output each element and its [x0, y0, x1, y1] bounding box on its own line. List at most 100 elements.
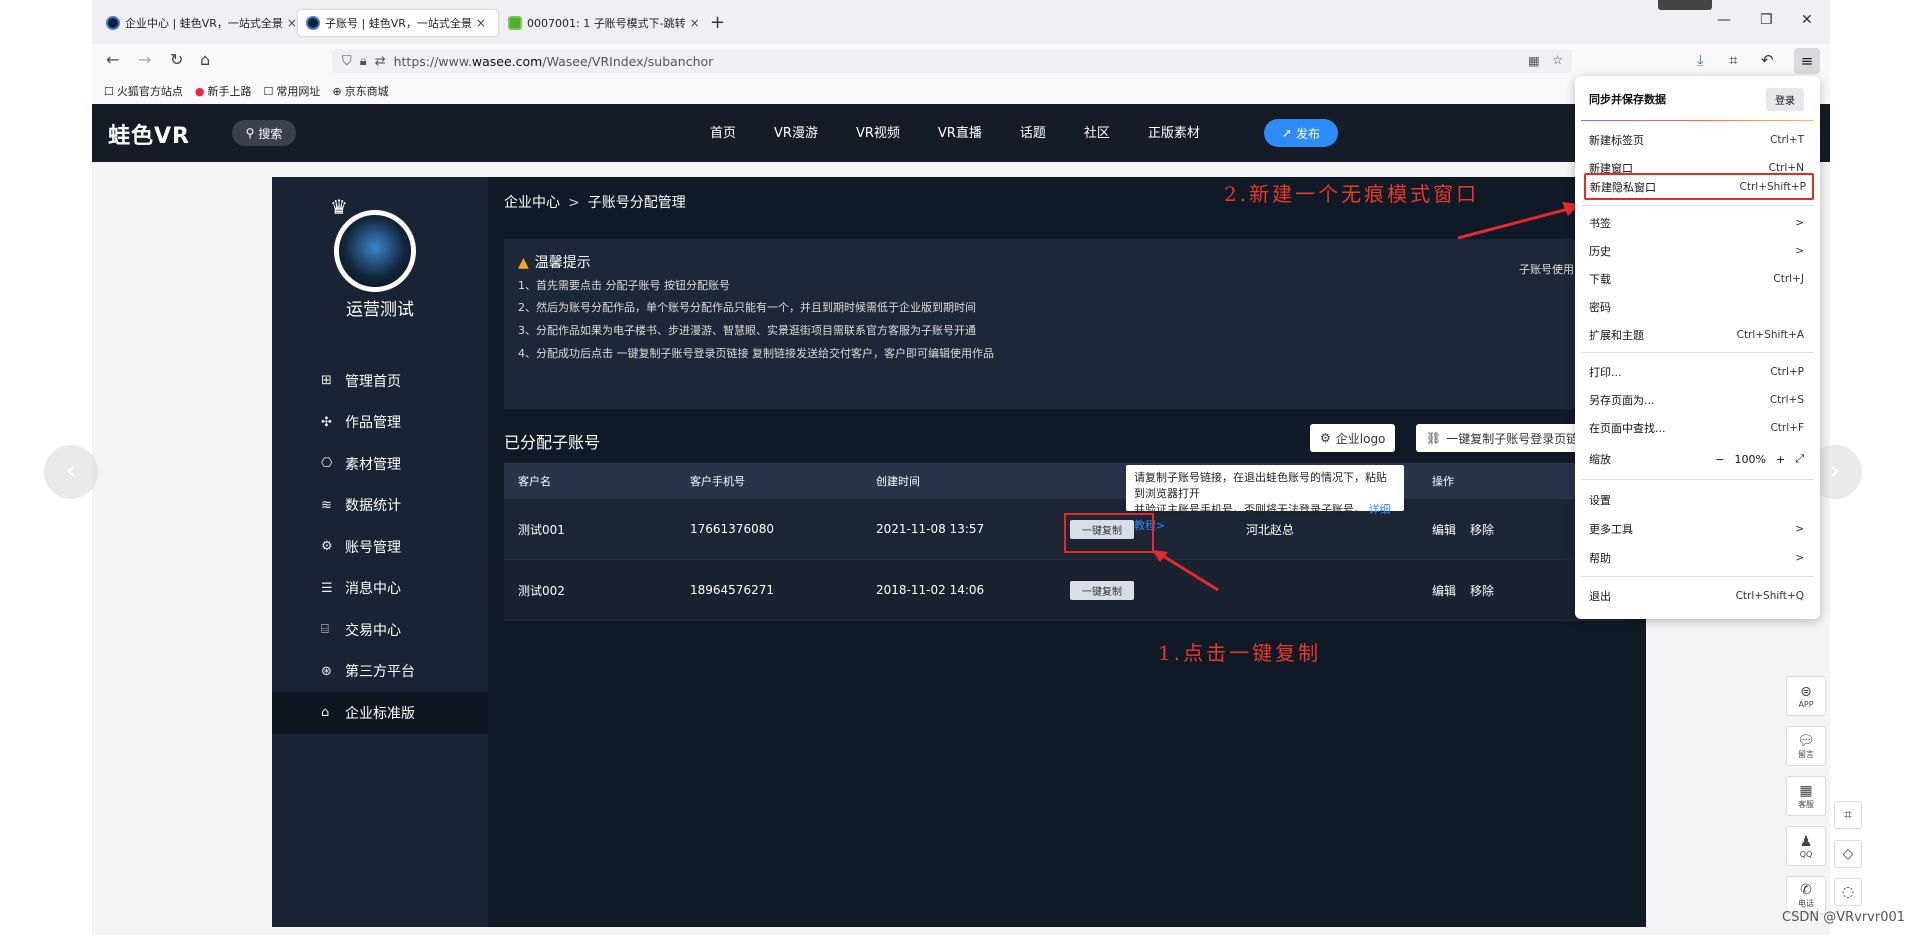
menu-item-find[interactable]: 在页面中查找... Ctrl+F: [1575, 414, 1820, 442]
back-icon[interactable]: ←: [106, 50, 119, 69]
qr-code-icon: ▦: [1799, 782, 1813, 799]
eraser-icon[interactable]: ◇: [1834, 840, 1862, 868]
close-window-button[interactable]: ✕: [1801, 12, 1813, 28]
lock-icon[interactable]: 🔒︎: [360, 54, 367, 69]
message-button[interactable]: 💬︎ 留言: [1786, 726, 1826, 766]
publish-button[interactable]: ➚ 发布: [1264, 119, 1338, 147]
edit-link[interactable]: 编辑: [1432, 523, 1456, 537]
customer-service-button[interactable]: ▦ 客服: [1786, 776, 1826, 816]
menu-item-print[interactable]: 打印... Ctrl+P: [1575, 358, 1820, 386]
crop-icon[interactable]: ⌗: [1834, 801, 1862, 829]
menu-item-extensions[interactable]: 扩展和主题 Ctrl+Shift+A: [1575, 321, 1820, 349]
close-icon[interactable]: ×: [690, 16, 700, 30]
folder-icon: ☐: [104, 84, 114, 98]
menu-item-passwords[interactable]: 密码: [1575, 293, 1820, 321]
chevron-right-icon: >: [1795, 552, 1804, 564]
sidebar-item-trade[interactable]: ⌸ 交易中心: [272, 609, 488, 651]
menu-item-exit[interactable]: 退出 Ctrl+Shift+Q: [1575, 582, 1820, 610]
nav-link[interactable]: 社区: [1084, 122, 1110, 141]
site-logo[interactable]: 蛙色VR: [108, 118, 190, 150]
sidebar-item-works[interactable]: ✣ 作品管理: [272, 402, 488, 444]
phone-button[interactable]: ✆ 电话: [1786, 876, 1826, 914]
tab-enterprise-center[interactable]: 企业中心 | 蛙色VR，一站式全景 ×: [98, 10, 296, 36]
nav-link[interactable]: 首页: [710, 122, 736, 141]
highlight-copy-button: [1064, 513, 1154, 553]
bookmark-item[interactable]: ● 新手上路: [195, 83, 252, 99]
nav-link[interactable]: VR视频: [856, 122, 900, 141]
subaccount-usage: 子账号使用: [1519, 263, 1574, 276]
sidebar-item-third-party[interactable]: ⊛ 第三方平台: [272, 651, 488, 693]
trade-icon: ⌸: [321, 622, 329, 638]
minimize-button[interactable]: —: [1717, 12, 1731, 28]
qq-button[interactable]: ♟ QQ: [1786, 826, 1826, 866]
sync-row: 同步并保存数据 登录: [1575, 82, 1820, 116]
one-click-copy-button[interactable]: 一键复制: [1070, 580, 1134, 600]
grid-icon: ⊞: [321, 373, 332, 389]
home-icon[interactable]: ⌂: [200, 50, 210, 69]
nav-link[interactable]: VR直播: [938, 122, 982, 141]
table-row: 测试002 18964576271 2018-11-02 14:06 一键复制 …: [504, 560, 1624, 621]
chevron-left-icon[interactable]: ‹: [44, 445, 98, 499]
forward-icon[interactable]: →: [138, 50, 151, 69]
bookmark-item[interactable]: ☐ 火狐官方站点: [104, 83, 183, 99]
search-button[interactable]: ⚲ 搜索: [232, 120, 296, 146]
tab-bug-tracker[interactable]: 0007001: 1 子账号模式下-跳转 ×: [500, 10, 700, 36]
breadcrumb-root[interactable]: 企业中心: [504, 195, 560, 211]
close-icon[interactable]: ×: [287, 16, 296, 30]
menu-item-save-page[interactable]: 另存页面为... Ctrl+S: [1575, 386, 1820, 414]
remove-link[interactable]: 移除: [1470, 523, 1494, 537]
lasso-icon[interactable]: ◌: [1834, 878, 1862, 906]
avatar[interactable]: [334, 210, 416, 292]
nav-link[interactable]: 话题: [1020, 122, 1046, 141]
materials-icon: ⎔: [321, 456, 333, 472]
zoom-level[interactable]: 100%: [1735, 453, 1766, 466]
site-header: 蛙色VR ⚲ 搜索 首页 VR漫游 VR视频 VR直播 话题 社区 正版素材 ➚ 发…: [92, 104, 1830, 162]
menu-item-bookmarks[interactable]: 书签 >: [1575, 209, 1820, 237]
menu-item-new-tab[interactable]: 新建标签页 Ctrl+T: [1575, 126, 1820, 154]
undo-icon[interactable]: ↶: [1761, 51, 1774, 69]
zoom-in-button[interactable]: +: [1776, 453, 1785, 466]
sidebar-item-messages[interactable]: ☰ 消息中心: [272, 568, 488, 610]
permissions-icon[interactable]: ⇄: [375, 54, 386, 69]
menu-item-new-private-window[interactable]: 新建隐私窗口 Ctrl+Shift+P: [1584, 173, 1814, 200]
sidebar-item-enterprise[interactable]: ⌂ 企业标准版: [272, 692, 488, 734]
sidebar-item-account[interactable]: ⚙ 账号管理: [272, 526, 488, 568]
sidebar-item-statistics[interactable]: ≋ 数据统计: [272, 485, 488, 527]
enterprise-logo-button[interactable]: ⚙ 企业logo: [1310, 424, 1396, 452]
app-menu-button[interactable]: ≡: [1794, 48, 1820, 74]
bookmark-star-icon[interactable]: ☆: [1552, 52, 1563, 67]
tab-subaccount[interactable]: 子账号 | 蛙色VR，一站式全景 ×: [298, 10, 498, 36]
qr-code-icon[interactable]: ▦: [1528, 53, 1540, 68]
extension-indicator: [1658, 0, 1712, 10]
url-bar[interactable]: ⛉ 🔒︎ ⇄ https://www. wasee.com/Wasee/VRInd…: [332, 49, 1572, 73]
menu-item-history[interactable]: 历史 >: [1575, 237, 1820, 265]
menu-item-settings[interactable]: 设置: [1575, 486, 1820, 514]
browser-window: 企业中心 | 蛙色VR，一站式全景 × 子账号 | 蛙色VR，一站式全景 × 0…: [44, 0, 1862, 935]
created-time: 2018-11-02 14:06: [876, 583, 985, 597]
divider: [1581, 120, 1814, 121]
bookmark-item[interactable]: ☐ 常用网址: [263, 83, 320, 99]
bookmark-item[interactable]: ⊕ 京东商城: [332, 83, 388, 99]
annotation-step2: 2.新建一个无痕模式窗口: [1224, 182, 1480, 206]
download-icon[interactable]: ⤓: [1697, 51, 1704, 69]
close-icon[interactable]: ×: [476, 16, 486, 30]
shield-icon[interactable]: ⛉: [342, 54, 352, 69]
app-download-button[interactable]: ⊜ APP: [1786, 676, 1826, 716]
maximize-button[interactable]: ❐: [1760, 12, 1773, 28]
menu-item-more-tools[interactable]: 更多工具 >: [1575, 515, 1820, 543]
screenshot-icon[interactable]: ⌗: [1729, 51, 1737, 69]
sidebar-item-materials[interactable]: ⎔ 素材管理: [272, 443, 488, 485]
zoom-out-button[interactable]: −: [1715, 453, 1724, 466]
reload-icon[interactable]: ↻: [170, 50, 183, 69]
copy-login-link-button[interactable]: ⛓ 一键复制子账号登录页链接: [1416, 424, 1601, 452]
fullscreen-icon[interactable]: ⤢: [1795, 452, 1804, 466]
remove-link[interactable]: 移除: [1470, 584, 1494, 598]
sidebar-item-dashboard[interactable]: ⊞ 管理首页: [272, 360, 488, 402]
menu-item-help[interactable]: 帮助 >: [1575, 544, 1820, 572]
nav-link[interactable]: VR漫游: [774, 122, 818, 141]
new-tab-button[interactable]: +: [710, 12, 725, 33]
edit-link[interactable]: 编辑: [1432, 584, 1456, 598]
menu-item-downloads[interactable]: 下载 Ctrl+J: [1575, 265, 1820, 293]
nav-link[interactable]: 正版素材: [1148, 122, 1200, 141]
login-button[interactable]: 登录: [1766, 87, 1804, 111]
